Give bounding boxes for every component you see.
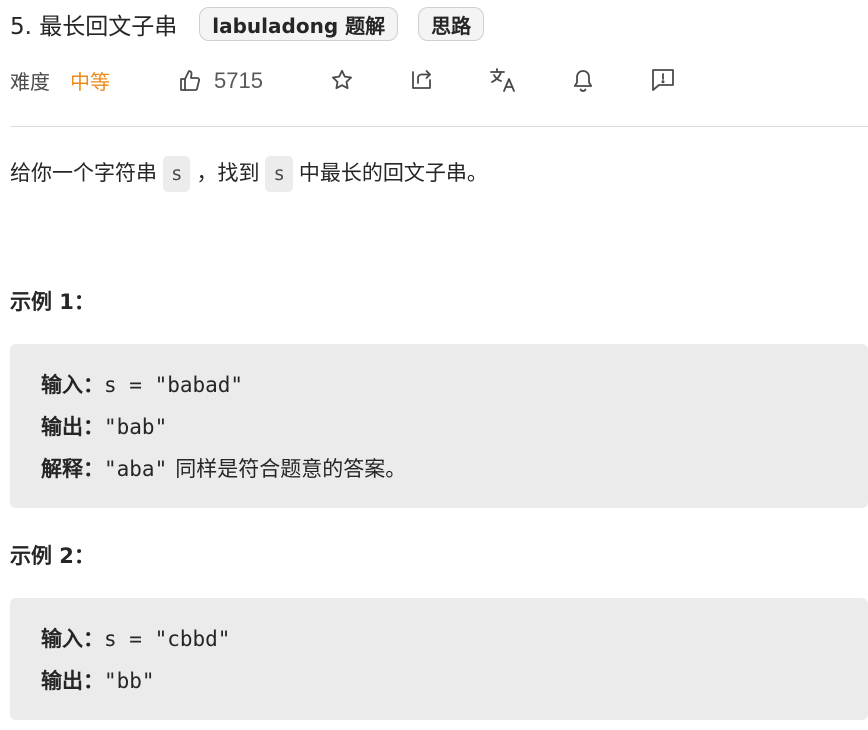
tag-hint[interactable]: 思路	[418, 7, 485, 41]
example-2-input: 输入：s = "cbbd"	[41, 618, 868, 660]
example-1-output: 输出："bab"	[41, 406, 868, 448]
translate-button[interactable]	[489, 67, 517, 93]
divider	[10, 126, 868, 127]
example-2-title: 示例 2：	[10, 544, 95, 568]
tag-labuladong[interactable]: labuladong 题解	[199, 7, 399, 41]
translate-icon	[489, 67, 517, 93]
desc-text-2: ，找到	[196, 161, 260, 185]
output-value: "bb"	[104, 669, 155, 693]
meta-row: 难度 中等	[10, 60, 110, 100]
feedback-button[interactable]	[650, 67, 676, 93]
feedback-icon	[650, 67, 676, 93]
star-icon	[330, 68, 354, 92]
desc-text-1: 给你一个字符串	[10, 161, 157, 185]
favorite-button[interactable]	[330, 68, 354, 92]
example-2-box: 输入：s = "cbbd" 输出："bb"	[10, 598, 868, 720]
bell-icon	[571, 68, 595, 94]
input-value: s = "babad"	[104, 373, 244, 397]
difficulty-badge: 中等	[70, 69, 110, 94]
inline-code-s: s	[163, 156, 191, 192]
inline-code-s: s	[265, 156, 293, 192]
input-label: 输入：	[41, 373, 104, 397]
output-value: "bab"	[104, 415, 168, 439]
difficulty-label: 难度	[10, 69, 50, 94]
example-1-explanation: 解释："aba" 同样是符合题意的答案。	[41, 448, 868, 490]
output-label: 输出：	[41, 669, 104, 693]
problem-description: 给你一个字符串 s ，找到 s 中最长的回文子串。	[10, 154, 488, 192]
explanation-label: 解释：	[41, 457, 104, 481]
example-2-output: 输出："bb"	[41, 660, 868, 702]
example-1-title: 示例 1：	[10, 290, 95, 314]
output-label: 输出：	[41, 415, 104, 439]
thumbs-up-icon	[178, 69, 202, 93]
notify-button[interactable]	[571, 68, 595, 94]
input-label: 输入：	[41, 627, 104, 651]
like-button[interactable]: 5715	[178, 66, 263, 96]
title-row: 5. 最长回文子串 labuladong 题解 思路	[10, 3, 504, 45]
example-1-input: 输入：s = "babad"	[41, 364, 868, 406]
input-value: s = "cbbd"	[104, 627, 231, 651]
share-button[interactable]	[410, 68, 434, 92]
explanation-code: "aba"	[104, 457, 168, 481]
problem-title: 5. 最长回文子串	[10, 14, 178, 40]
like-count: 5715	[214, 68, 263, 93]
desc-text-3: 中最长的回文子串。	[298, 161, 488, 185]
share-icon	[410, 68, 434, 92]
explanation-text: 同样是符合题意的答案。	[175, 457, 407, 481]
example-1-box: 输入：s = "babad" 输出："bab" 解释："aba" 同样是符合题意的…	[10, 344, 868, 508]
